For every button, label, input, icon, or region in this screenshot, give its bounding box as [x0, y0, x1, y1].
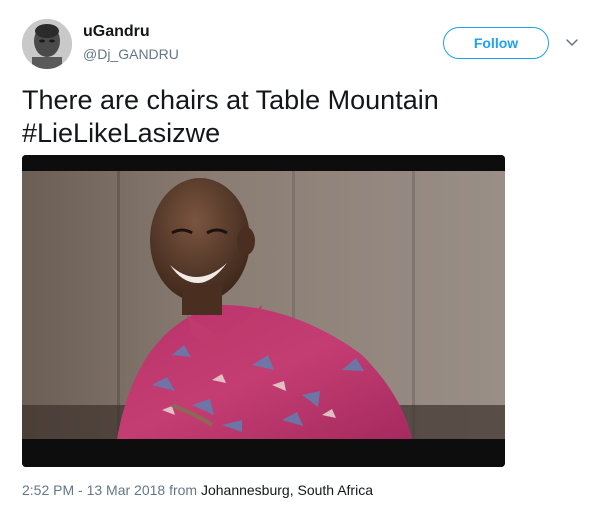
chevron-down-icon[interactable]	[564, 36, 580, 48]
tweet-timestamp: 2:52 PM - 13 Mar 2018 from Johannesburg,…	[22, 482, 373, 498]
video-still-image	[22, 155, 505, 467]
avatar-image	[22, 19, 72, 69]
display-name[interactable]: uGandru	[83, 23, 150, 41]
tweet-text-line: There are chairs at Table Mountain	[22, 85, 439, 115]
tweet-datetime[interactable]: 2:52 PM - 13 Mar 2018	[22, 482, 165, 498]
tweet-text: There are chairs at Table Mountain #LieL…	[22, 84, 562, 150]
tweet-media-image[interactable]	[22, 155, 505, 467]
tweet-location[interactable]: Johannesburg, South Africa	[201, 482, 373, 498]
follow-button[interactable]: Follow	[443, 27, 549, 59]
from-label: from	[169, 482, 198, 498]
avatar[interactable]	[22, 19, 72, 69]
user-handle[interactable]: @Dj_GANDRU	[83, 46, 179, 62]
hashtag-link[interactable]: #LieLikeLasizwe	[22, 117, 562, 150]
